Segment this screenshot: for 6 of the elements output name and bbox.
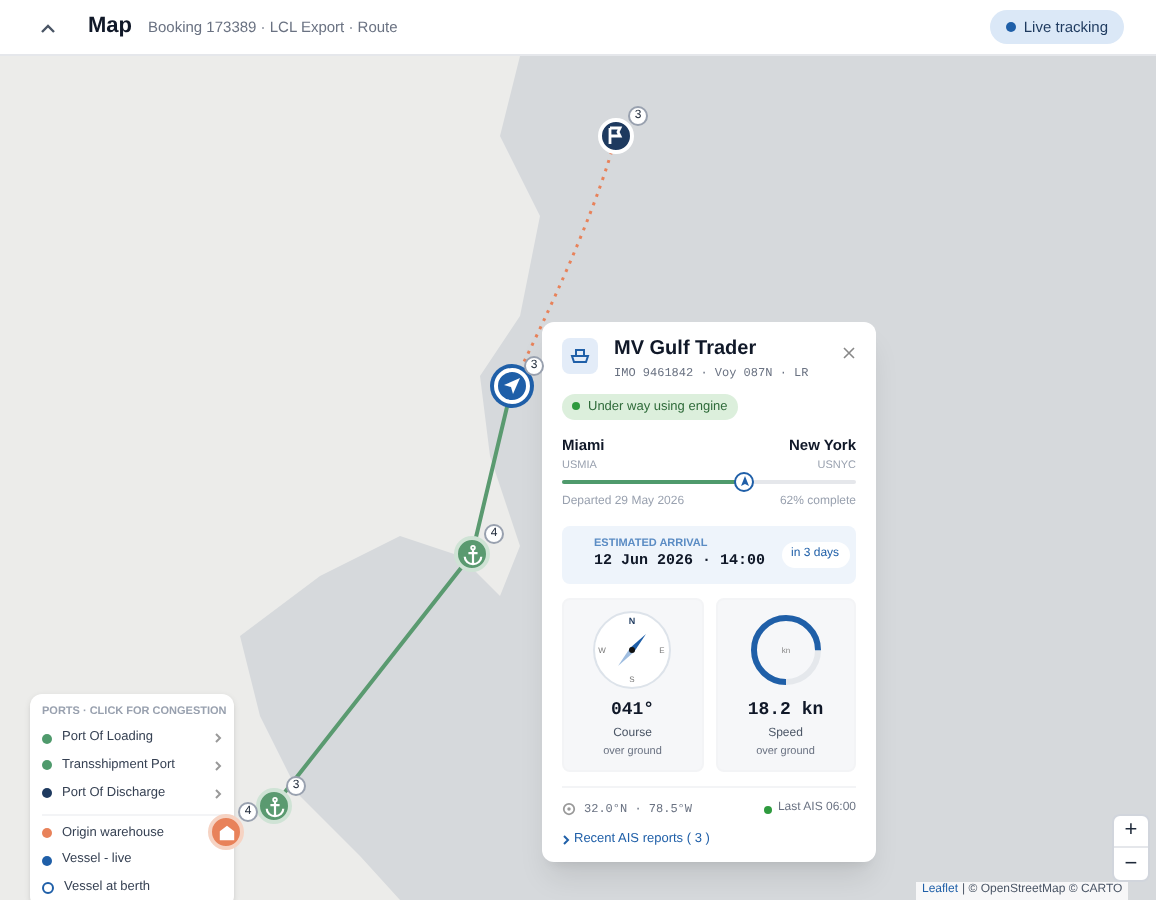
section-title: Map	[88, 12, 132, 43]
zoom-in-button[interactable]: +	[1114, 816, 1148, 848]
speed-value: 18.2 kn	[747, 698, 824, 725]
course-value: 041°	[610, 698, 655, 725]
zoom-out-button[interactable]: −	[1114, 848, 1148, 880]
vessel-name: MV Gulf Trader	[614, 338, 759, 363]
